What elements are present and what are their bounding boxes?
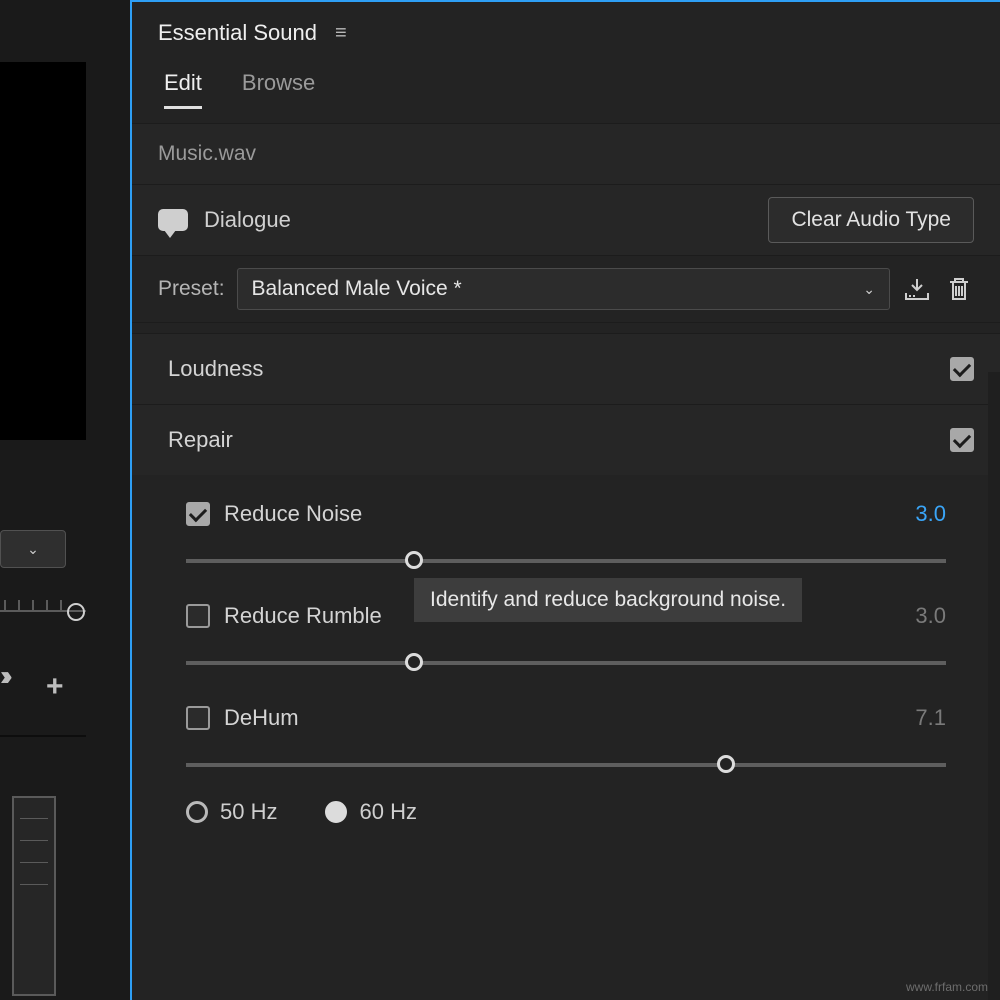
reduce-noise-slider[interactable] [186, 541, 946, 581]
fader-tick [20, 862, 48, 863]
param-reduce-noise: Reduce Noise 3.0 [186, 483, 946, 585]
chevron-double-right-icon[interactable]: ›› [0, 660, 7, 692]
fader-tick [20, 818, 48, 819]
radio-label: 60 Hz [359, 799, 416, 825]
section-repair[interactable]: Repair [132, 404, 1000, 475]
scrollbar[interactable] [988, 372, 1000, 1000]
dehum-value[interactable]: 7.1 [915, 705, 946, 731]
reduce-rumble-checkbox[interactable] [186, 604, 210, 628]
section-title: Loudness [168, 356, 263, 382]
radio-label: 50 Hz [220, 799, 277, 825]
tab-edit[interactable]: Edit [164, 70, 202, 109]
tab-browse[interactable]: Browse [242, 70, 315, 109]
dehum-frequency-radios: 50 Hz 60 Hz [186, 785, 946, 825]
slider-thumb[interactable] [405, 653, 423, 671]
reduce-noise-checkbox[interactable] [186, 502, 210, 526]
section-title: Repair [168, 427, 233, 453]
preset-row: Preset: Balanced Male Voice * ⌄ [132, 256, 1000, 323]
save-preset-icon[interactable] [902, 274, 932, 304]
repair-checkbox[interactable] [950, 428, 974, 452]
preset-dropdown[interactable]: Balanced Male Voice * ⌄ [237, 268, 890, 310]
radio-icon [186, 801, 208, 823]
param-dehum: DeHum 7.1 50 Hz 60 Hz [186, 687, 946, 829]
preset-value: Balanced Male Voice * [252, 277, 462, 301]
clear-audio-type-button[interactable]: Clear Audio Type [768, 197, 974, 243]
chevron-down-icon: ⌄ [863, 281, 875, 298]
ruler-tick [18, 600, 20, 612]
fader[interactable] [12, 796, 56, 996]
preview-monitor [0, 62, 86, 440]
panel-header: Essential Sound ≡ [132, 2, 1000, 70]
fader-tick [20, 884, 48, 885]
preset-label: Preset: [158, 277, 225, 301]
left-dropdown[interactable]: ⌄ [0, 530, 66, 568]
ruler-slider[interactable] [0, 592, 86, 626]
reduce-noise-label: Reduce Noise [224, 501, 362, 527]
radio-50hz[interactable]: 50 Hz [186, 799, 277, 825]
dialogue-icon [158, 209, 188, 231]
section-loudness[interactable]: Loudness [132, 333, 1000, 404]
ruler-tick [32, 600, 34, 612]
dehum-checkbox[interactable] [186, 706, 210, 730]
reduce-rumble-slider[interactable] [186, 643, 946, 683]
slider-thumb[interactable] [405, 551, 423, 569]
ruler-tick [60, 600, 62, 612]
param-reduce-rumble: Reduce Rumble 3.0 Identify and reduce ba… [186, 585, 946, 687]
slider-thumb[interactable] [717, 755, 735, 773]
watermark: www.frfam.com [906, 980, 988, 994]
radio-60hz[interactable]: 60 Hz [325, 799, 416, 825]
file-name: Music.wav [132, 123, 1000, 185]
slider-track [186, 763, 946, 767]
audio-type-row: Dialogue Clear Audio Type [132, 185, 1000, 256]
repair-body: Reduce Noise 3.0 Reduce Rumble 3.0 [132, 475, 1000, 829]
dehum-slider[interactable] [186, 745, 946, 785]
slider-track [186, 661, 946, 665]
loudness-checkbox[interactable] [950, 357, 974, 381]
fader-tick [20, 840, 48, 841]
slider-track [186, 559, 946, 563]
add-icon[interactable]: + [46, 670, 64, 704]
dehum-label: DeHum [224, 705, 299, 731]
chevron-down-icon: ⌄ [27, 541, 39, 558]
panel-title: Essential Sound [158, 20, 317, 46]
reduce-rumble-value[interactable]: 3.0 [915, 603, 946, 629]
hamburger-icon[interactable]: ≡ [335, 22, 347, 45]
tabs: Edit Browse [132, 70, 1000, 109]
divider [0, 735, 86, 737]
reduce-rumble-label: Reduce Rumble [224, 603, 382, 629]
ruler-tick [4, 600, 6, 612]
left-toolbar: ⌄ ›› + [0, 530, 86, 1000]
ruler-thumb[interactable] [67, 603, 85, 621]
delete-preset-icon[interactable] [944, 274, 974, 304]
audio-type-label: Dialogue [204, 207, 291, 233]
essential-sound-panel: Essential Sound ≡ Edit Browse Music.wav … [130, 0, 1000, 1000]
radio-icon [325, 801, 347, 823]
ruler-tick [46, 600, 48, 612]
reduce-noise-value[interactable]: 3.0 [915, 501, 946, 527]
